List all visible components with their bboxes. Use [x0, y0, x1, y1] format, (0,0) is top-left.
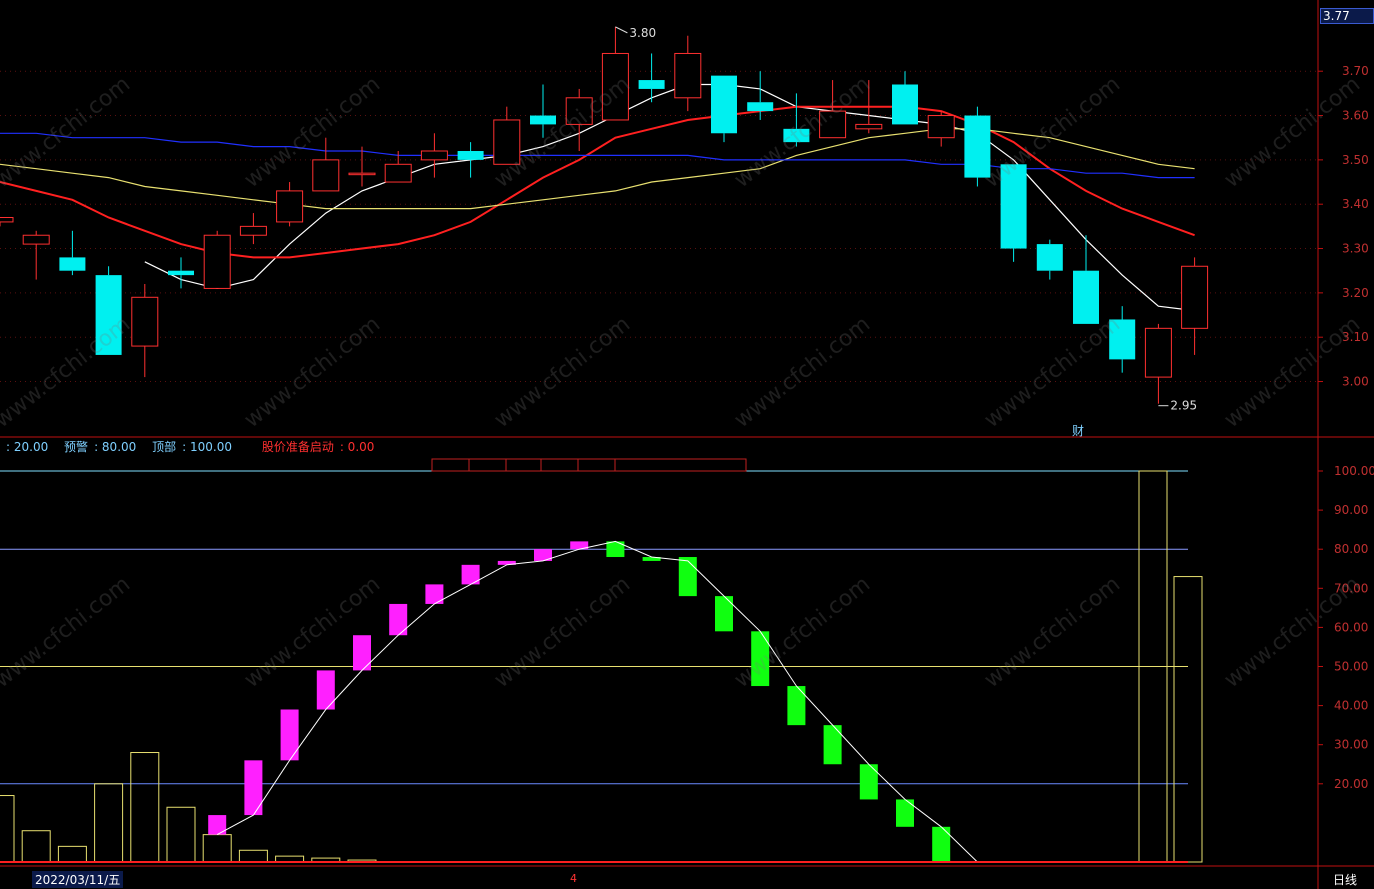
osc-tick-label: 40.00 — [1334, 699, 1368, 713]
candle-body — [22, 234, 50, 245]
candle-body — [420, 150, 448, 161]
price-tick-label: 3.50 — [1342, 153, 1369, 167]
candle-body — [312, 159, 340, 192]
signal-bar — [238, 849, 268, 863]
osc-tick-label: 60.00 — [1334, 620, 1368, 634]
candle-body — [674, 52, 702, 99]
oscillator-box — [678, 557, 697, 597]
candle-body — [855, 123, 883, 130]
signal-bar — [0, 795, 15, 863]
candle-body — [276, 190, 304, 223]
legend-item-top: 顶部: 100.00 — [152, 440, 232, 454]
signal-bar — [1173, 576, 1203, 863]
indicator-legend: : 20.00 预警: 80.00 顶部: 100.00 股价准备启动: 0.0… — [0, 438, 386, 455]
price-tick-label: 3.60 — [1342, 109, 1369, 123]
candle-body — [783, 128, 810, 143]
price-tick-label: 3.10 — [1342, 330, 1369, 344]
candle-body — [1109, 319, 1136, 360]
signal-bar — [94, 783, 124, 863]
candle-body — [927, 115, 955, 139]
candle-body — [1144, 327, 1172, 378]
candle-body — [747, 102, 774, 112]
oscillator-box — [280, 709, 299, 761]
top-signal-box — [505, 458, 542, 472]
candle-body — [892, 84, 918, 125]
oscillator-box — [859, 764, 878, 800]
price-tick-label: 3.20 — [1342, 286, 1369, 300]
price-tick-label: 3.30 — [1342, 242, 1369, 256]
top-signal-box — [540, 458, 579, 472]
candle-body — [601, 52, 629, 121]
candle-body — [0, 217, 14, 223]
osc-tick-label: 90.00 — [1334, 503, 1368, 517]
price-tick-label: 3.40 — [1342, 197, 1369, 211]
candle-body — [1073, 270, 1099, 324]
oscillator-box — [715, 596, 733, 632]
candle-body — [565, 97, 593, 125]
candle-body — [1181, 265, 1209, 329]
candle-body — [95, 275, 122, 355]
candle-body — [493, 119, 521, 165]
candle-body — [1036, 244, 1063, 271]
candle-body — [168, 270, 194, 276]
candle-body — [59, 257, 86, 271]
signal-bar — [57, 845, 87, 863]
osc-tick-label: 70.00 — [1334, 581, 1368, 595]
top-signal-box — [614, 458, 747, 472]
high-pointer — [615, 26, 628, 34]
oscillator-box — [787, 686, 806, 726]
oscillator-box — [389, 603, 408, 636]
period-selector[interactable]: 日线 — [1333, 871, 1357, 888]
osc-tick-label: 20.00 — [1334, 777, 1368, 791]
candle-body — [819, 110, 847, 139]
candle-body — [131, 296, 159, 347]
month-marker: 4 — [570, 872, 577, 885]
oscillator-box — [823, 725, 842, 765]
candle-body — [348, 172, 376, 176]
legend-item-bottom: : 20.00 — [6, 440, 49, 454]
high-price-label: 3.80 — [629, 26, 656, 40]
signal-bar — [202, 834, 232, 863]
candle-body — [203, 234, 231, 289]
candle-body — [384, 163, 412, 183]
candle-body — [457, 151, 484, 160]
candle-body — [638, 80, 665, 89]
legend-item-warning: 预警: 80.00 — [64, 440, 137, 454]
candle-body — [1000, 164, 1027, 249]
legend-item-start: 股价准备启动: 0.00 — [261, 440, 375, 454]
candle-body — [964, 115, 991, 178]
osc-tick-label: 100.00 — [1334, 464, 1374, 478]
oscillator-box — [244, 760, 263, 816]
top-signal-box — [577, 458, 616, 472]
oscillator-box — [316, 670, 335, 710]
osc-tick-label: 50.00 — [1334, 660, 1368, 674]
top-signal-box — [431, 458, 470, 472]
signal-bar — [166, 806, 196, 863]
current-price-label: 3.77 — [1320, 8, 1374, 24]
osc-tick-label: 30.00 — [1334, 738, 1368, 752]
price-tick-label: 3.00 — [1342, 375, 1369, 389]
finance-event-marker[interactable]: 财 — [1072, 422, 1084, 439]
osc-tick-label: 80.00 — [1334, 542, 1368, 556]
top-signal-box — [468, 458, 507, 472]
candle-body — [239, 225, 267, 236]
oscillator-box — [751, 631, 770, 687]
cursor-date-label: 2022/03/11/五 — [32, 871, 124, 888]
candle-body — [711, 75, 737, 134]
candle-body — [530, 115, 556, 125]
oscillator-box — [353, 635, 371, 671]
oscillator-box — [932, 826, 951, 862]
signal-bar — [21, 830, 51, 863]
low-price-label: 2.95 — [1170, 399, 1197, 413]
signal-bar — [130, 752, 160, 863]
price-tick-label: 3.70 — [1342, 64, 1369, 78]
